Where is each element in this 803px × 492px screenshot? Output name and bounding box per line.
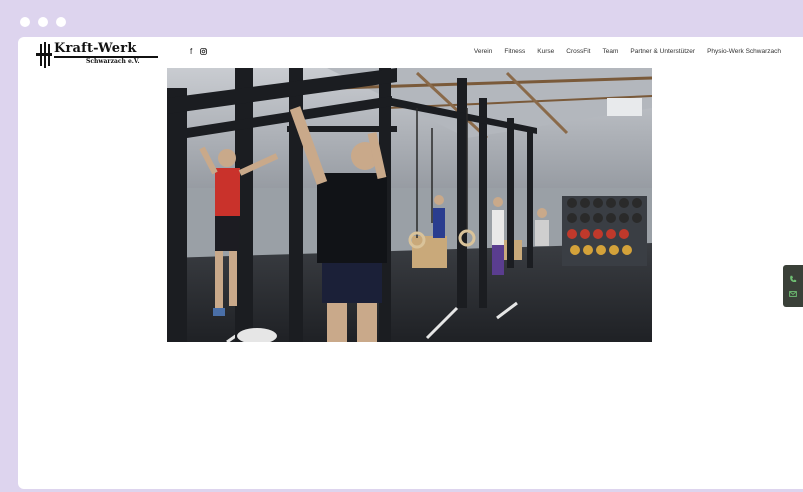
main-navigation: Verein Fitness Kurse CrossFit Team Partn…: [474, 48, 781, 55]
window-dot-maximize[interactable]: [56, 17, 66, 27]
instagram-icon[interactable]: [200, 48, 208, 55]
nav-partner[interactable]: Partner & Unterstützer: [630, 48, 695, 55]
contact-side-tab: [783, 265, 803, 307]
logo-title: Kraft-Werk: [54, 41, 137, 56]
browser-window: Kraft-Werk Schwarzach e.V. f Verein Fitn…: [18, 37, 803, 489]
phone-icon[interactable]: [789, 275, 797, 283]
nav-kurse[interactable]: Kurse: [537, 48, 554, 55]
hero-image-gym: [167, 68, 652, 342]
window-controls: [20, 17, 66, 27]
site-logo[interactable]: Kraft-Werk Schwarzach e.V.: [36, 40, 158, 70]
nav-verein[interactable]: Verein: [474, 48, 492, 55]
nav-crossfit[interactable]: CrossFit: [566, 48, 590, 55]
mail-icon[interactable]: [789, 290, 797, 298]
nav-team[interactable]: Team: [602, 48, 618, 55]
window-dot-minimize[interactable]: [38, 17, 48, 27]
social-links: f: [190, 47, 208, 56]
window-dot-close[interactable]: [20, 17, 30, 27]
nav-physio-werk[interactable]: Physio-Werk Schwarzach: [707, 48, 781, 55]
gym-photo: [167, 68, 652, 342]
nav-fitness[interactable]: Fitness: [504, 48, 525, 55]
logo-subtitle: Schwarzach e.V.: [86, 58, 140, 65]
facebook-icon[interactable]: f: [190, 47, 192, 56]
barbell-logo-icon: [36, 42, 52, 68]
